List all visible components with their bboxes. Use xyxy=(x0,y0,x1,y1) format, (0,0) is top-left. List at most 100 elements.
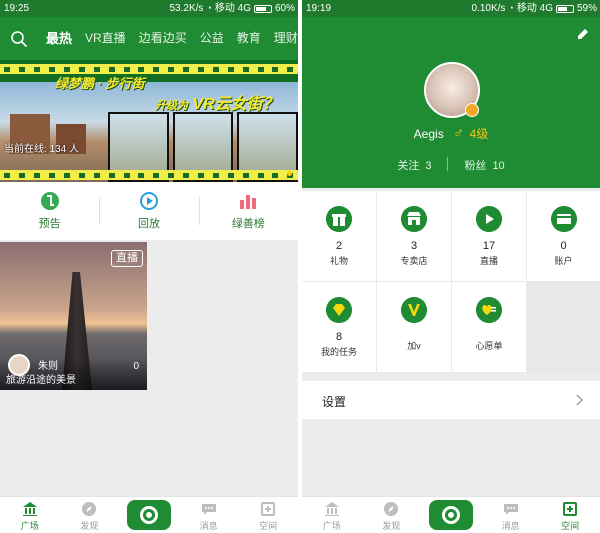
add-v-label: 加v xyxy=(407,341,421,351)
carrier-label: 移动 4G xyxy=(214,3,251,14)
gifts-label: 礼物 xyxy=(329,256,348,266)
tab-discover[interactable]: 发现 xyxy=(362,497,422,533)
live-label: 直播 xyxy=(479,256,498,266)
top-nav: 最热 VR直播 边看边买 公益 教育 理财 xyxy=(0,17,298,60)
grid-item-live[interactable]: 17 直播 xyxy=(452,191,526,281)
home-icon xyxy=(22,502,37,516)
settings-row[interactable]: 设置 xyxy=(302,381,600,419)
replay-button[interactable]: 回放 xyxy=(99,182,198,240)
play-icon xyxy=(476,206,502,232)
status-bar: 19:19 0.10K/s ◔ 移动 4G 59% xyxy=(302,0,600,17)
charity-chart-label: 绿善榜 xyxy=(231,218,265,230)
search-icon[interactable] xyxy=(10,30,28,48)
edit-icon[interactable] xyxy=(576,27,590,41)
tab-camera[interactable] xyxy=(421,497,481,533)
following-link[interactable]: 关注 3 xyxy=(397,157,431,173)
gifts-count: 2 xyxy=(335,240,343,252)
tab-messages[interactable]: 消息 xyxy=(179,497,239,533)
tab-space-label: 空间 xyxy=(561,521,580,531)
grid-item-account[interactable]: 0 账户 xyxy=(527,191,600,281)
film-strip-top xyxy=(0,64,298,74)
status-time: 19:25 xyxy=(4,3,30,14)
tab-discover-label: 发现 xyxy=(80,521,99,531)
carousel-indicator xyxy=(287,171,292,176)
wifi-icon: ◔ xyxy=(206,3,212,13)
feature-grid: 2 礼物 3 专卖店 17 直播 0 账户 8 我的任务 加v 心愿单 xyxy=(302,191,600,373)
grid-item-tasks[interactable]: 8 我的任务 xyxy=(302,282,376,372)
grid-item-gifts[interactable]: 2 礼物 xyxy=(302,191,376,281)
plaza-screen: 19:25 53.2K/s ◔ 移动 4G 60% 最热 VR直播 边看边买 公… xyxy=(0,0,298,533)
space-icon xyxy=(563,502,578,516)
live-card[interactable]: 直播 朱则 0 旅游沿途的美景 xyxy=(0,242,147,390)
charity-chart-button[interactable]: 绿善榜 xyxy=(198,182,298,240)
following-count: 3 xyxy=(425,160,432,172)
banner-title: 绿梦鹏 · 步行街 xyxy=(55,76,145,91)
tab-charity[interactable]: 公益 xyxy=(200,17,224,60)
live-feed: 直播 朱则 0 旅游沿途的美景 xyxy=(0,240,298,496)
shop-count: 3 xyxy=(410,240,418,252)
tab-messages[interactable]: 消息 xyxy=(481,497,541,533)
tab-space[interactable]: 空间 xyxy=(540,497,600,533)
wishlist-label: 心愿单 xyxy=(475,341,503,351)
battery-percent: 59% xyxy=(576,3,597,14)
fans-label: 粉丝 xyxy=(464,160,487,172)
tasks-label: 我的任务 xyxy=(320,347,357,357)
profile-header: Aegis ♂ 4级 关注 3 粉丝 10 xyxy=(302,17,600,188)
grid-item-add-v[interactable]: 加v xyxy=(377,282,451,372)
gender-icon: ♂ xyxy=(453,125,465,142)
home-icon xyxy=(324,502,339,516)
forecast-button[interactable]: 预告 xyxy=(0,182,99,240)
tab-plaza-label: 广场 xyxy=(20,521,39,531)
tab-plaza[interactable]: 广场 xyxy=(0,497,60,533)
shop-label: 专卖店 xyxy=(400,256,428,266)
follow-stats: 关注 3 粉丝 10 xyxy=(302,157,600,173)
tab-plaza[interactable]: 广场 xyxy=(302,497,362,533)
fans-link[interactable]: 粉丝 10 xyxy=(464,157,504,173)
diamond-icon xyxy=(326,297,352,323)
grid-item-wishlist[interactable]: 心愿单 xyxy=(452,282,526,372)
battery-percent: 60% xyxy=(274,3,295,14)
charity-chart-icon xyxy=(240,195,257,209)
battery-icon xyxy=(555,4,574,13)
discover-icon xyxy=(384,502,399,516)
v-icon xyxy=(401,297,427,323)
tab-plaza-label: 广场 xyxy=(322,521,341,531)
vip-badge-icon xyxy=(465,103,479,117)
tab-messages-label: 消息 xyxy=(199,521,218,531)
following-label: 关注 xyxy=(397,160,420,172)
promo-banner[interactable]: 绿梦鹏 · 步行街 升级为 VR云女街？ 当前在线: 134 人 xyxy=(0,60,298,182)
banner-subtitle-prefix: 升级为 xyxy=(155,100,188,112)
username: Aegis xyxy=(413,127,444,141)
quick-actions: 预告 回放 绿善榜 xyxy=(0,182,298,240)
settings-label: 设置 xyxy=(322,395,347,409)
grid-item-shop[interactable]: 3 专卖店 xyxy=(377,191,451,281)
battery-icon xyxy=(253,4,272,13)
wishlist-icon xyxy=(476,297,502,323)
status-bar: 19:25 53.2K/s ◔ 移动 4G 60% xyxy=(0,0,298,17)
tab-space[interactable]: 空间 xyxy=(238,497,298,533)
carrier-label: 移动 4G xyxy=(516,3,553,14)
tab-discover[interactable]: 发现 xyxy=(60,497,120,533)
bottom-tab-bar: 广场 发现 消息 空间 xyxy=(0,496,298,533)
tab-finance[interactable]: 理财 xyxy=(274,17,298,60)
fans-count: 10 xyxy=(492,160,505,172)
user-level: 4级 xyxy=(469,127,489,141)
user-info: Aegis ♂ 4级 xyxy=(302,125,600,142)
account-count: 0 xyxy=(560,240,567,252)
banner-subtitle-main: VR云女街？ xyxy=(192,96,279,113)
tab-education[interactable]: 教育 xyxy=(237,17,261,60)
card-icon xyxy=(550,206,577,232)
online-count: 当前在线: 134 人 xyxy=(4,144,80,155)
message-icon xyxy=(201,504,216,515)
space-icon xyxy=(261,502,276,516)
network-speed: 0.10K/s xyxy=(471,3,506,14)
shop-icon xyxy=(401,206,427,232)
viewer-count: 0 xyxy=(133,361,139,372)
film-strip-bottom xyxy=(0,170,298,180)
tab-discover-label: 发现 xyxy=(382,521,401,531)
bottom-tab-bar: 广场 发现 消息 空间 xyxy=(302,496,600,533)
tab-watch-and-buy[interactable]: 边看边买 xyxy=(139,17,187,60)
tab-hot[interactable]: 最热 xyxy=(46,17,72,60)
tab-camera[interactable] xyxy=(119,497,179,533)
tab-vr-live[interactable]: VR直播 xyxy=(85,17,126,60)
